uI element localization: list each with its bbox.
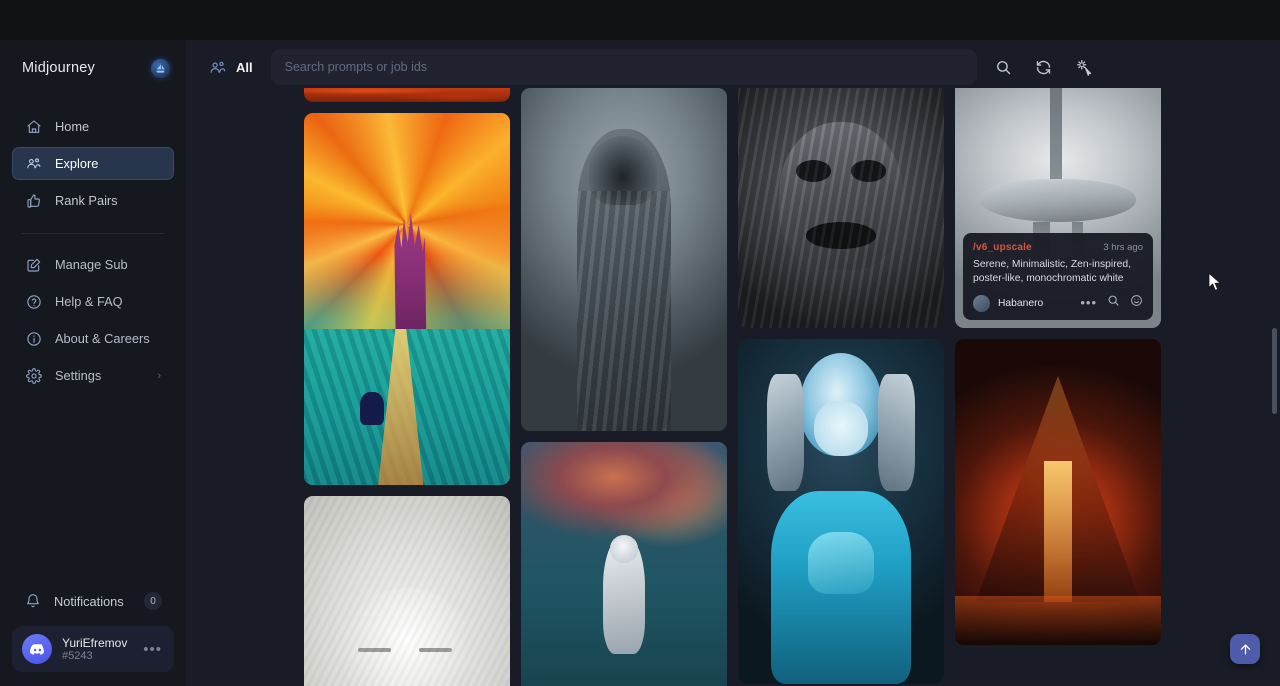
notifications-row[interactable]: Notifications 0 [12, 584, 174, 618]
artwork-detail-glow [1044, 461, 1073, 602]
meta-author-name[interactable]: Habanero [998, 298, 1043, 309]
main-content: All [186, 40, 1280, 686]
brand-name: Midjourney [22, 60, 95, 76]
sidebar-divider [22, 233, 164, 234]
sidebar-item-settings[interactable]: Settings › [12, 359, 174, 392]
edit-square-icon [25, 256, 42, 273]
sidebar-item-label: Rank Pairs [55, 193, 118, 208]
avatar [973, 295, 990, 312]
window-top-bar [0, 0, 1280, 40]
gallery-card-floating-rock-monochrome[interactable]: /v6_upscale 3 hrs ago Serene, Minimalist… [955, 88, 1161, 328]
artwork-detail-helmet [610, 535, 639, 563]
gear-icon [25, 367, 42, 384]
brand-header: Midjourney [0, 40, 186, 96]
gallery-column [738, 88, 944, 686]
sidebar-item-label: Home [55, 119, 89, 134]
chevron-right-icon: › [157, 370, 161, 382]
sidebar-item-explore[interactable]: Explore [12, 147, 174, 180]
app-shell: Midjourney Home Explore [0, 40, 1280, 686]
artwork-detail-rider [360, 392, 385, 425]
artwork-detail-texture [304, 496, 510, 686]
sidebar-item-about-careers[interactable]: About & Careers [12, 322, 174, 355]
sidebar-item-rank-pairs[interactable]: Rank Pairs [12, 184, 174, 217]
scope-selector[interactable]: All [208, 58, 253, 77]
user-identity: YuriEfremov #5243 [62, 636, 127, 663]
meta-footer: Habanero ••• [973, 294, 1143, 312]
question-circle-icon [25, 293, 42, 310]
image-meta-overlay[interactable]: /v6_upscale 3 hrs ago Serene, Minimalist… [963, 233, 1153, 320]
gallery-column [304, 88, 510, 686]
gallery-card-astronaut-underwater[interactable] [521, 442, 727, 686]
gallery-card-white-stone-face-sculpture[interactable] [304, 496, 510, 686]
artwork-image [304, 88, 510, 102]
gallery-card-red-street-crop[interactable] [304, 88, 510, 102]
meta-prompt-text: Serene, Minimalistic, Zen-inspired, post… [973, 258, 1143, 285]
search-icon[interactable] [989, 52, 1019, 82]
user-name: YuriEfremov [62, 636, 127, 650]
meta-actions: ••• [1080, 294, 1143, 312]
sidebar-item-label: Settings [55, 368, 101, 383]
sidebar-item-manage-sub[interactable]: Manage Sub [12, 248, 174, 281]
sidebar-footer: Notifications 0 YuriEfremov #5243 ••• [0, 584, 186, 686]
search-bar[interactable] [271, 49, 977, 85]
more-dots-icon[interactable]: ••• [1080, 299, 1097, 307]
bell-icon [24, 593, 41, 610]
gallery-column [521, 88, 727, 686]
top-toolbar: All [186, 40, 1280, 94]
sidebar-item-home[interactable]: Home [12, 110, 174, 143]
meta-header: /v6_upscale 3 hrs ago [973, 242, 1143, 253]
gallery-card-orange-castle-mesa-art[interactable] [304, 113, 510, 485]
sidebar-item-label: Explore [55, 156, 98, 171]
artwork-detail-plating-left [767, 374, 804, 491]
magnifier-icon[interactable] [1107, 294, 1120, 312]
user-tag: #5243 [62, 650, 127, 663]
scope-label: All [236, 60, 253, 75]
sail-boat-icon[interactable] [151, 59, 170, 78]
image-gallery[interactable]: /v6_upscale 3 hrs ago Serene, Minimalist… [186, 88, 1280, 686]
sidebar-item-label: Help & FAQ [55, 294, 123, 309]
sidebar-nav-primary: Home Explore Rank Pairs [0, 110, 186, 221]
sparkle-icon[interactable] [1069, 52, 1099, 82]
reaction-smiley-icon[interactable] [1130, 294, 1143, 312]
artwork-detail-folds [577, 191, 672, 431]
artwork-detail-crowd [955, 596, 1161, 645]
home-icon [25, 118, 42, 135]
gallery-column: /v6_upscale 3 hrs ago Serene, Minimalist… [955, 88, 1161, 686]
gallery-card-fiery-pyramid-volcano[interactable] [955, 339, 1161, 645]
explore-people-icon [208, 58, 227, 77]
sidebar-item-label: About & Careers [55, 331, 150, 346]
artwork-detail-face [814, 401, 868, 456]
info-circle-icon [25, 330, 42, 347]
discord-icon [22, 634, 52, 664]
toolbar-actions [989, 52, 1113, 82]
notifications-count-badge: 0 [144, 592, 162, 610]
gallery-card-cloaked-figure-mist[interactable] [521, 88, 727, 431]
gallery-card-cyborg-woman-blue[interactable] [738, 339, 944, 684]
notifications-label: Notifications [54, 594, 124, 609]
refresh-icon[interactable] [1029, 52, 1059, 82]
meta-command[interactable]: /v6_upscale [973, 242, 1032, 253]
sidebar: Midjourney Home Explore [0, 40, 186, 686]
artwork-detail-hands [808, 532, 874, 594]
masonry-columns: /v6_upscale 3 hrs ago Serene, Minimalist… [304, 88, 1161, 686]
sidebar-item-label: Manage Sub [55, 257, 128, 272]
thumbs-up-icon [25, 192, 42, 209]
sidebar-item-help-faq[interactable]: Help & FAQ [12, 285, 174, 318]
gallery-scrollbar[interactable] [1272, 328, 1277, 414]
meta-timestamp: 3 hrs ago [1103, 242, 1143, 253]
user-profile-card[interactable]: YuriEfremov #5243 ••• [12, 626, 174, 672]
artwork-detail-texture [738, 88, 944, 328]
gallery-card-stone-carved-face[interactable] [738, 88, 944, 328]
arrow-up-icon [1238, 642, 1253, 657]
sidebar-nav-secondary: Manage Sub Help & FAQ About & Careers Se… [0, 248, 186, 396]
artwork-detail-plating-right [878, 374, 915, 491]
user-menu-dots-icon[interactable]: ••• [143, 641, 164, 658]
scroll-to-top-button[interactable] [1230, 634, 1260, 664]
explore-people-icon [25, 155, 42, 172]
search-input[interactable] [285, 60, 963, 74]
